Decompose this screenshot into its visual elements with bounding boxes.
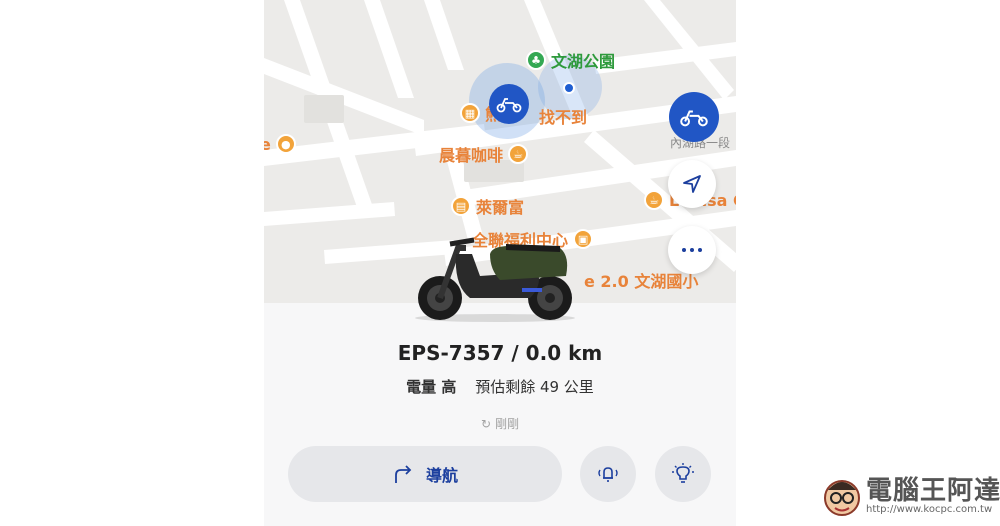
store-icon: ▤ [451, 196, 471, 216]
scooter-icon [496, 98, 522, 113]
watermark-title: 電腦王阿達 [866, 476, 1000, 506]
navigate-button[interactable]: 導航 [288, 446, 562, 502]
plate-and-distance: EPS-7357 / 0.0 km [397, 341, 603, 365]
mascot-logo-icon [824, 480, 860, 516]
navigation-arrow-icon [683, 175, 701, 193]
more-icon [682, 248, 702, 252]
coffee-icon: ☕ [508, 144, 529, 164]
watermark: 電腦王阿達 http://www.kocpc.com.tw [820, 470, 1000, 522]
battery-status: 電量 高 預估剩餘 49 公里 [264, 376, 736, 397]
center-on-scooter-button[interactable] [669, 92, 719, 142]
park-icon: ♣ [526, 50, 546, 70]
watermark-url: http://www.kocpc.com.tw [866, 504, 993, 515]
user-location-dot [563, 82, 575, 94]
poi-laierfu[interactable]: ▤ 萊爾富 [451, 194, 524, 218]
estimated-range: 預估剩餘 49 公里 [475, 378, 594, 396]
poi-cafe[interactable]: 晨暮咖啡 ☕ [439, 142, 529, 166]
vehicle-info-sheet: EPS-7357 / 0.0 km 電量 高 預估剩餘 49 公里 ↻ 剛剛 導… [264, 303, 736, 526]
alarm-button[interactable] [580, 446, 636, 502]
battery-level: 電量 高 [406, 378, 457, 396]
scooter-image [415, 237, 575, 322]
refresh-icon: ↻ [481, 417, 492, 431]
bell-alarm-icon [598, 467, 618, 482]
poi-left-edge[interactable]: e ● [264, 134, 296, 154]
lightbulb-icon [672, 463, 694, 483]
food-icon: ● [275, 134, 296, 154]
app-screen: ♣ 文湖公園 ▦ 熊 找不到 e ● 晨暮咖啡 ☕ ▤ [264, 0, 736, 526]
shop-icon: ▦ [460, 103, 480, 123]
locate-me-button[interactable] [668, 160, 716, 208]
refresh-status[interactable]: ↻ 剛剛 [264, 415, 736, 432]
light-button[interactable] [655, 446, 711, 502]
scooter-map-marker[interactable] [489, 84, 529, 124]
poi-park[interactable]: ♣ 文湖公園 [526, 48, 615, 72]
more-options-button[interactable] [668, 226, 716, 274]
turn-right-arrow-icon [395, 465, 412, 483]
scooter-icon [680, 110, 708, 127]
coffee-icon: ☕ [644, 190, 664, 210]
poi-not-found: 找不到 [539, 108, 588, 127]
navigate-label: 導航 [425, 466, 458, 485]
